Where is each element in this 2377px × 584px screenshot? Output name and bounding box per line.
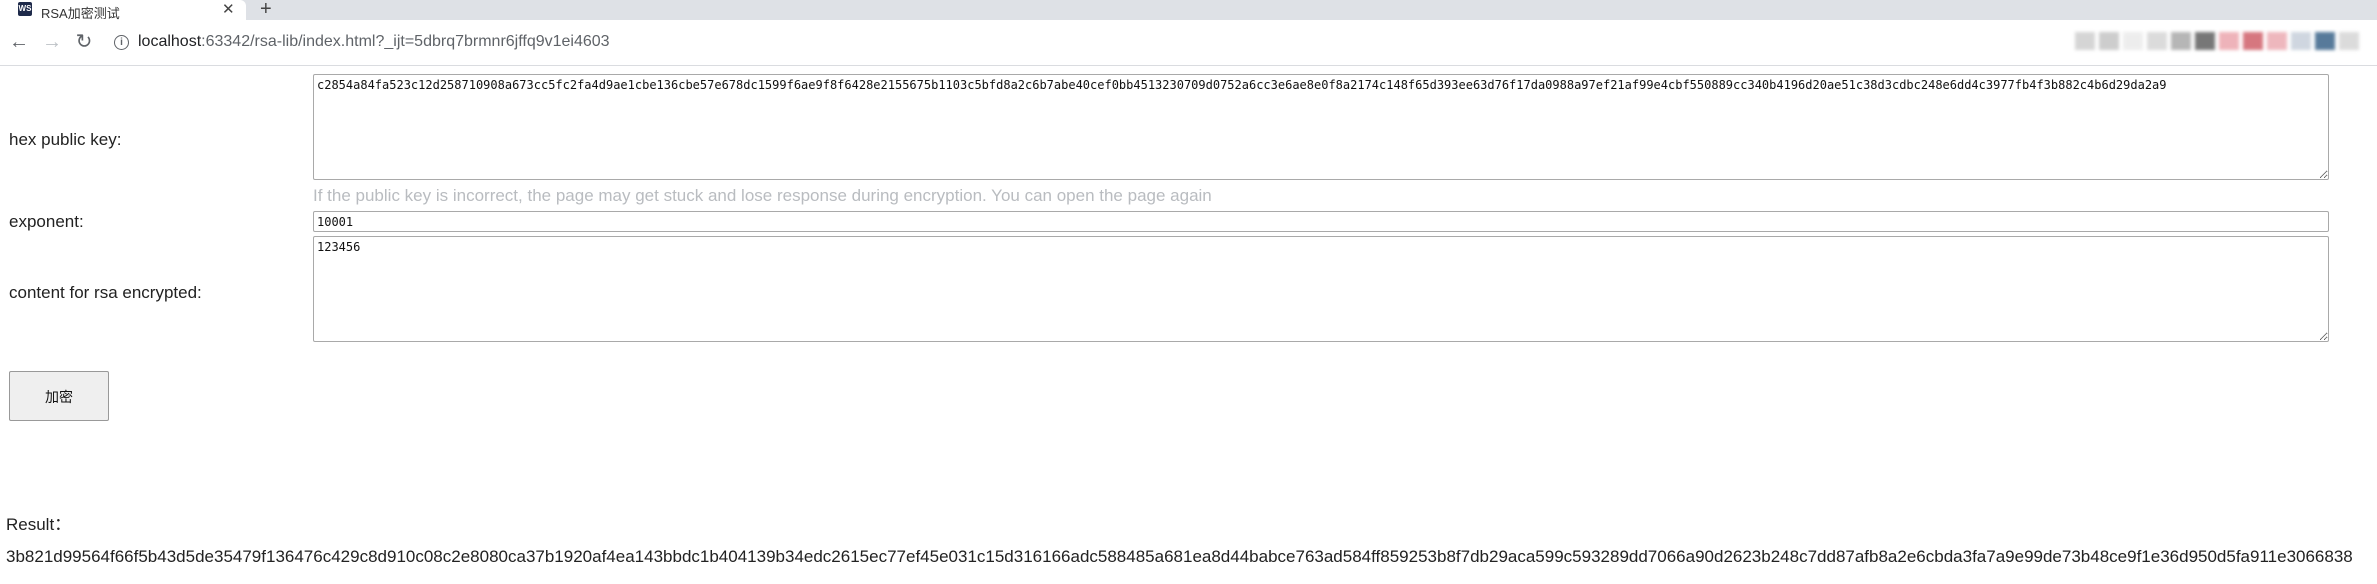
extension-icon[interactable] (2315, 32, 2335, 50)
close-tab-icon[interactable]: ✕ (222, 0, 235, 20)
site-info-icon[interactable]: i (114, 35, 129, 50)
webstorm-favicon-icon: WS (18, 2, 32, 16)
extension-icon[interactable] (2123, 32, 2143, 50)
hex-public-key-label: hex public key: (9, 130, 122, 149)
extension-icon[interactable] (2243, 32, 2263, 50)
extension-icon[interactable] (2219, 32, 2239, 50)
exponent-input[interactable] (313, 211, 2329, 232)
url-host: localhost (138, 33, 202, 50)
result-label: Result： (6, 515, 72, 534)
forward-arrow-icon[interactable]: → (40, 30, 64, 54)
back-arrow-icon[interactable]: ← (7, 30, 31, 54)
result-value: 3b821d99564f66f5b43d5de35479f136476c429c… (6, 547, 2353, 566)
browser-tab[interactable]: WS RSA加密测试 ✕ (0, 0, 246, 21)
extension-icon[interactable] (2291, 32, 2311, 50)
extension-icon[interactable] (2195, 32, 2215, 50)
extension-icon[interactable] (2171, 32, 2191, 50)
browser-toolbar: ← → ↻ i localhost:63342/rsa-lib/index.ht… (0, 20, 2377, 66)
extension-icon[interactable] (2147, 32, 2167, 50)
public-key-hint: If the public key is incorrect, the page… (313, 186, 1212, 205)
new-tab-icon[interactable]: + (260, 0, 272, 20)
content-label: content for rsa encrypted: (9, 283, 202, 302)
exponent-label: exponent: (9, 212, 84, 231)
tab-strip: WS RSA加密测试 ✕ + (0, 0, 2377, 21)
address-bar[interactable]: localhost:63342/rsa-lib/index.html?_ijt=… (138, 33, 610, 51)
content-textarea[interactable]: 123456 (313, 236, 2329, 342)
extension-icon[interactable] (2075, 32, 2095, 50)
extension-icon[interactable] (2339, 32, 2359, 50)
extension-icon[interactable] (2267, 32, 2287, 50)
reload-icon[interactable]: ↻ (72, 30, 96, 54)
encrypt-button[interactable]: 加密 (9, 371, 109, 421)
url-path: :63342/rsa-lib/index.html?_ijt=5dbrq7brm… (201, 33, 610, 50)
extension-icon[interactable] (2099, 32, 2119, 50)
hex-public-key-textarea[interactable]: c2854a84fa523c12d258710908a673cc5fc2fa4d… (313, 74, 2329, 180)
